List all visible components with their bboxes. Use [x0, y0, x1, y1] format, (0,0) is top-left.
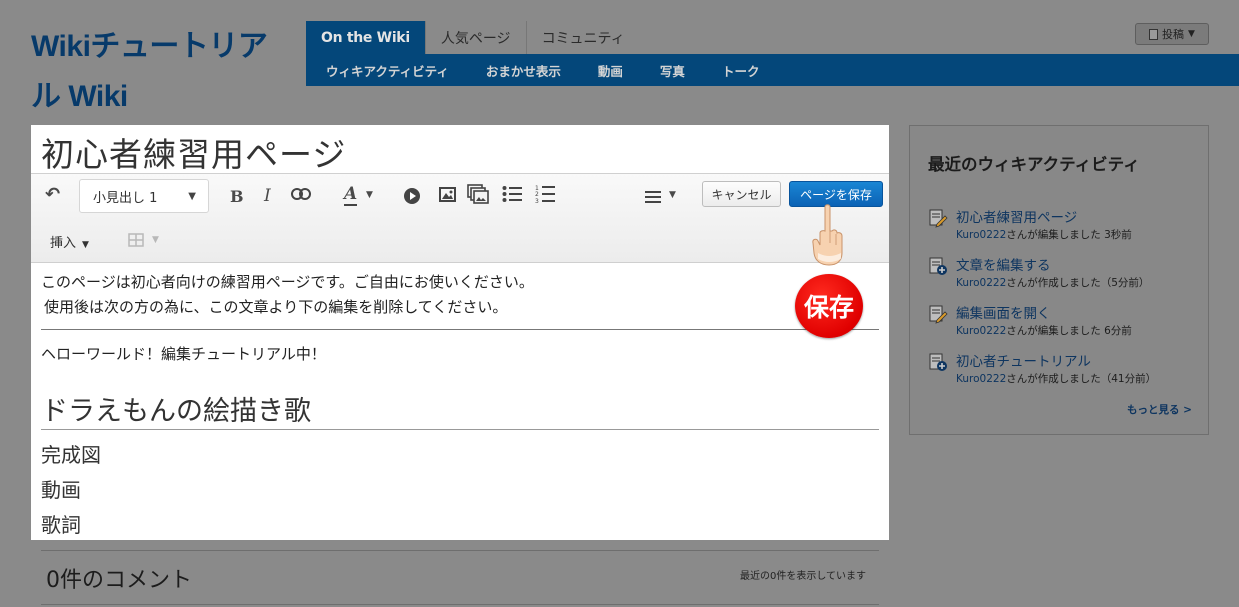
format-select-value: 小見出し 1 — [93, 190, 158, 206]
italic-button[interactable]: I — [264, 186, 271, 206]
link-icon[interactable] — [291, 186, 311, 205]
chevron-down-icon: ▼ — [1188, 29, 1195, 39]
save-stamp: 保存 — [795, 274, 863, 338]
text-color-label: A — [344, 184, 358, 206]
edit-icon — [928, 304, 948, 328]
activity-user-link[interactable]: Kuro0222 — [956, 373, 1006, 385]
pointing-hand-icon — [809, 203, 845, 271]
comments-title: 0件のコメント — [46, 568, 192, 593]
chevron-down-icon: ▼ — [366, 190, 373, 200]
activity-meta: Kuro0222さんが編集しました 6分前 — [956, 323, 1132, 338]
bullet-list-icon[interactable] — [502, 185, 522, 207]
activity-user-link[interactable]: Kuro0222 — [956, 229, 1006, 241]
subsection-heading: 完成図 — [41, 443, 101, 467]
paragraph: このページは初心者向けの練習用ページです。ご自由にお使いください。 — [41, 273, 534, 291]
image-icon[interactable] — [439, 187, 456, 206]
tab-on-the-wiki[interactable]: On the Wiki — [306, 21, 425, 54]
video-icon[interactable] — [404, 188, 420, 204]
activity-meta-text: さんが編集しました 6分前 — [1006, 325, 1132, 337]
divider — [41, 604, 879, 605]
editor-toolbar: ↶ 小見出し 1 ▼ B I A ▼ 123 ▼ キャンセル ページを保存 挿入… — [31, 173, 889, 263]
activity-title-link[interactable]: 初心者チュートリアル — [956, 350, 1091, 370]
activity-meta-text: さんが作成しました（5分前） — [1006, 277, 1150, 289]
activity-meta: Kuro0222さんが作成しました（41分前） — [956, 371, 1156, 386]
activity-meta-text: さんが編集しました 3秒前 — [1006, 229, 1132, 241]
activity-user-link[interactable]: Kuro0222 — [956, 277, 1006, 289]
sub-navigation: ウィキアクティビティ おまかせ表示 動画 写真 トーク — [306, 54, 1239, 86]
editor-panel: 初心者練習用ページ ↶ 小見出し 1 ▼ B I A ▼ 123 ▼ キャンセル… — [31, 125, 889, 540]
subsection-heading: 動画 — [41, 478, 81, 502]
subnav-talk[interactable]: トーク — [722, 61, 760, 80]
paragraph: 使用後は次の方の為に、この文章より下の編集を削除してください。 — [44, 298, 508, 316]
rail-title: 最近のウィキアクティビティ — [928, 155, 1140, 174]
chevron-down-icon: ▼ — [188, 190, 196, 202]
recent-activity-module: 最近のウィキアクティビティ 初心者練習用ページ Kuro0222さんが編集しまし… — [909, 125, 1209, 435]
table-icon[interactable] — [128, 232, 144, 251]
activity-title-link[interactable]: 文章を編集する — [956, 254, 1051, 274]
subnav-videos[interactable]: 動画 — [598, 61, 623, 80]
activity-title-link[interactable]: 編集画面を開く — [956, 302, 1051, 322]
cancel-button[interactable]: キャンセル — [702, 181, 781, 207]
activity-meta: Kuro0222さんが編集しました 3秒前 — [956, 227, 1132, 242]
divider — [41, 429, 879, 430]
main-tabs: On the Wiki 人気ページ コミュニティ — [306, 21, 640, 54]
page-title: 初心者練習用ページ — [41, 135, 347, 174]
document-icon — [1149, 28, 1159, 40]
bold-button[interactable]: B — [230, 187, 244, 206]
text-color-button[interactable]: A — [344, 184, 358, 206]
divider — [41, 329, 879, 330]
chevron-down-icon: ▼ — [152, 235, 159, 245]
subnav-wiki-activity[interactable]: ウィキアクティビティ — [326, 61, 449, 80]
contribute-label: 投稿 — [1162, 28, 1185, 41]
subnav-random-page[interactable]: おまかせ表示 — [486, 61, 561, 80]
activity-meta: Kuro0222さんが作成しました（5分前） — [956, 275, 1149, 290]
subnav-photos[interactable]: 写真 — [660, 61, 685, 80]
undo-icon[interactable]: ↶ — [45, 184, 60, 205]
chevron-down-icon: ▼ — [82, 240, 89, 250]
comments-count: 最近の0件を表示しています — [740, 571, 867, 582]
contribute-button[interactable]: 投稿 ▼ — [1135, 23, 1209, 45]
activity-meta-text: さんが作成しました（41分前） — [1006, 373, 1157, 385]
gallery-icon[interactable] — [467, 184, 489, 208]
svg-text:2: 2 — [535, 191, 539, 198]
subsection-heading: 歌詞 — [41, 513, 81, 537]
svg-text:3: 3 — [535, 198, 539, 204]
wiki-title[interactable]: Wikiチュートリアル Wiki — [31, 22, 291, 122]
new-page-icon — [928, 352, 948, 376]
divider — [41, 550, 879, 551]
activity-title-link[interactable]: 初心者練習用ページ — [956, 206, 1077, 226]
chevron-down-icon: ▼ — [669, 190, 676, 200]
see-more-link[interactable]: もっと見る > — [1127, 402, 1192, 417]
insert-menu-button[interactable]: 挿入 ▼ — [50, 232, 89, 251]
paragraph: ヘローワールド！編集チュートリアル中！ — [41, 345, 326, 363]
format-select[interactable]: 小見出し 1 ▼ — [79, 179, 209, 213]
numbered-list-icon[interactable]: 123 — [535, 184, 555, 208]
activity-user-link[interactable]: Kuro0222 — [956, 325, 1006, 337]
tab-community[interactable]: コミュニティ — [525, 21, 640, 54]
align-icon[interactable] — [645, 188, 661, 207]
new-page-icon — [928, 256, 948, 280]
insert-label: 挿入 — [50, 236, 77, 251]
tab-popular-pages[interactable]: 人気ページ — [424, 21, 526, 54]
section-heading: ドラえもんの絵描き歌 — [41, 396, 311, 427]
edit-icon — [928, 208, 948, 232]
